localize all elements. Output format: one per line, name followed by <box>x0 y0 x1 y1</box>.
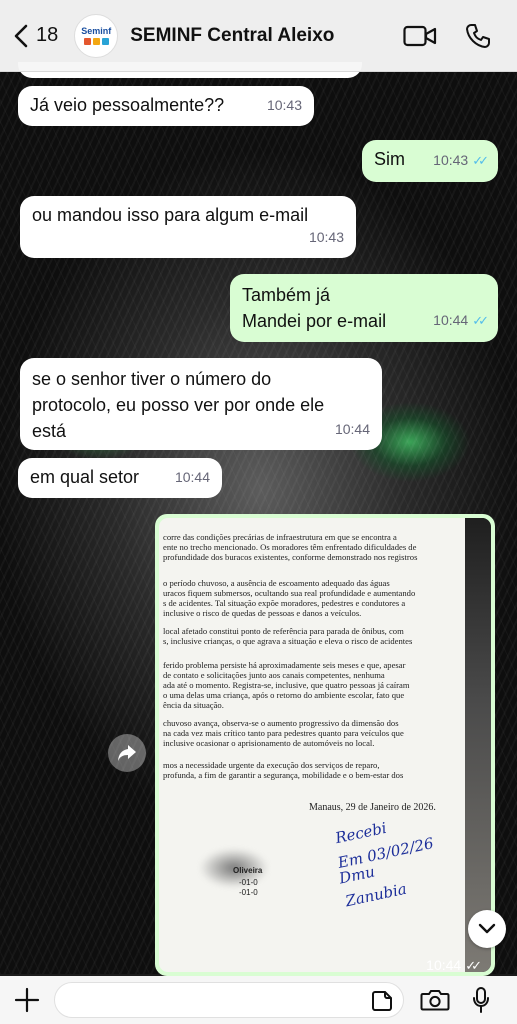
message-text: Sim <box>374 149 405 169</box>
message-time: 10:43 <box>308 229 344 245</box>
message-bubble-incoming[interactable]: Já veio pessoalmente?? 10:43 <box>18 86 314 126</box>
message-time: 10:43 ✓✓ <box>433 152 489 168</box>
message-text-line: protocolo, eu posso ver por onde ele <box>32 395 325 415</box>
unread-count: 18 <box>36 24 59 46</box>
composer-bar <box>0 976 517 1024</box>
document-date: Manaus, 29 de Janeiro de 2026. <box>309 802 436 813</box>
chat-header: 18 Seminf SEMINF Central Aleixo <box>0 0 517 72</box>
message-bubble-incoming[interactable]: se o senhor tiver o número do protocolo,… <box>20 358 382 450</box>
forward-icon <box>118 745 136 761</box>
scroll-to-bottom-button[interactable] <box>468 910 506 948</box>
message-text-line: está <box>32 421 67 441</box>
document-paragraph: chuvoso avança, observa-se o aumento pro… <box>163 718 404 748</box>
back-button[interactable]: 18 <box>14 24 58 48</box>
message-time: 10:43 <box>266 97 302 113</box>
document-paragraph: ferido problema persiste há aproximadame… <box>163 660 410 710</box>
message-time: 10:44 ✓✓ <box>433 312 489 328</box>
message-text: em qual setor <box>30 467 140 487</box>
plus-icon[interactable] <box>14 987 40 1013</box>
document-paragraph: corre das condições precárias de infraes… <box>163 532 418 562</box>
message-bubble-outgoing[interactable]: Sim 10:43 ✓✓ <box>362 140 498 182</box>
sticker-icon[interactable] <box>371 990 393 1012</box>
chevron-down-icon <box>478 923 496 934</box>
message-time: 10:44 ✓✓ <box>426 957 482 973</box>
avatar-brand: Seminf <box>81 26 112 36</box>
message-bubble-incoming[interactable]: em qual setor 10:44 <box>18 458 222 498</box>
photo-background <box>465 518 491 972</box>
read-ticks-icon: ✓✓ <box>472 313 489 328</box>
video-call-icon[interactable] <box>403 25 437 47</box>
chevron-left-icon <box>14 24 28 47</box>
handwriting-line: Recebi <box>333 818 389 848</box>
chat-title[interactable]: SEMINF Central Aleixo <box>130 25 334 47</box>
microphone-icon[interactable] <box>472 986 490 1014</box>
signature-name: Oliveira <box>233 866 263 875</box>
read-ticks-icon: ✓✓ <box>472 153 489 168</box>
avatar-logo <box>83 38 109 45</box>
message-bubble-incoming[interactable]: ou mandou isso para algum e-mail 10:43 <box>20 196 356 258</box>
document-paragraph: local afetado constitui ponto de referên… <box>163 626 413 646</box>
avatar[interactable]: Seminf <box>74 13 119 58</box>
message-bubble-outgoing[interactable]: Também já Mandei por e-mail 10:44 ✓✓ <box>230 274 498 342</box>
message-text-line: Também já <box>242 285 331 305</box>
message-input[interactable] <box>54 982 404 1018</box>
document-paragraph: mos a necessidade urgente da execução do… <box>163 760 404 780</box>
camera-icon[interactable] <box>420 988 450 1012</box>
read-ticks-icon: ✓✓ <box>465 958 482 973</box>
message-time: 10:44 <box>334 421 370 437</box>
document-footer: -01-0 -01-0 <box>239 878 258 897</box>
document-paragraph: o período chuvoso, a ausência de escoame… <box>163 578 416 618</box>
message-text-line: se o senhor tiver o número do <box>32 369 272 389</box>
message-text: Já veio pessoalmente?? <box>30 95 225 115</box>
document-photo[interactable]: corre das condições precárias de infraes… <box>159 518 491 972</box>
forward-button[interactable] <box>108 734 146 772</box>
message-text: ou mandou isso para algum e-mail <box>32 205 309 225</box>
message-time: 10:44 <box>174 469 210 485</box>
image-message-bubble[interactable]: corre das condições precárias de infraes… <box>155 514 495 976</box>
phone-icon[interactable] <box>465 23 491 49</box>
